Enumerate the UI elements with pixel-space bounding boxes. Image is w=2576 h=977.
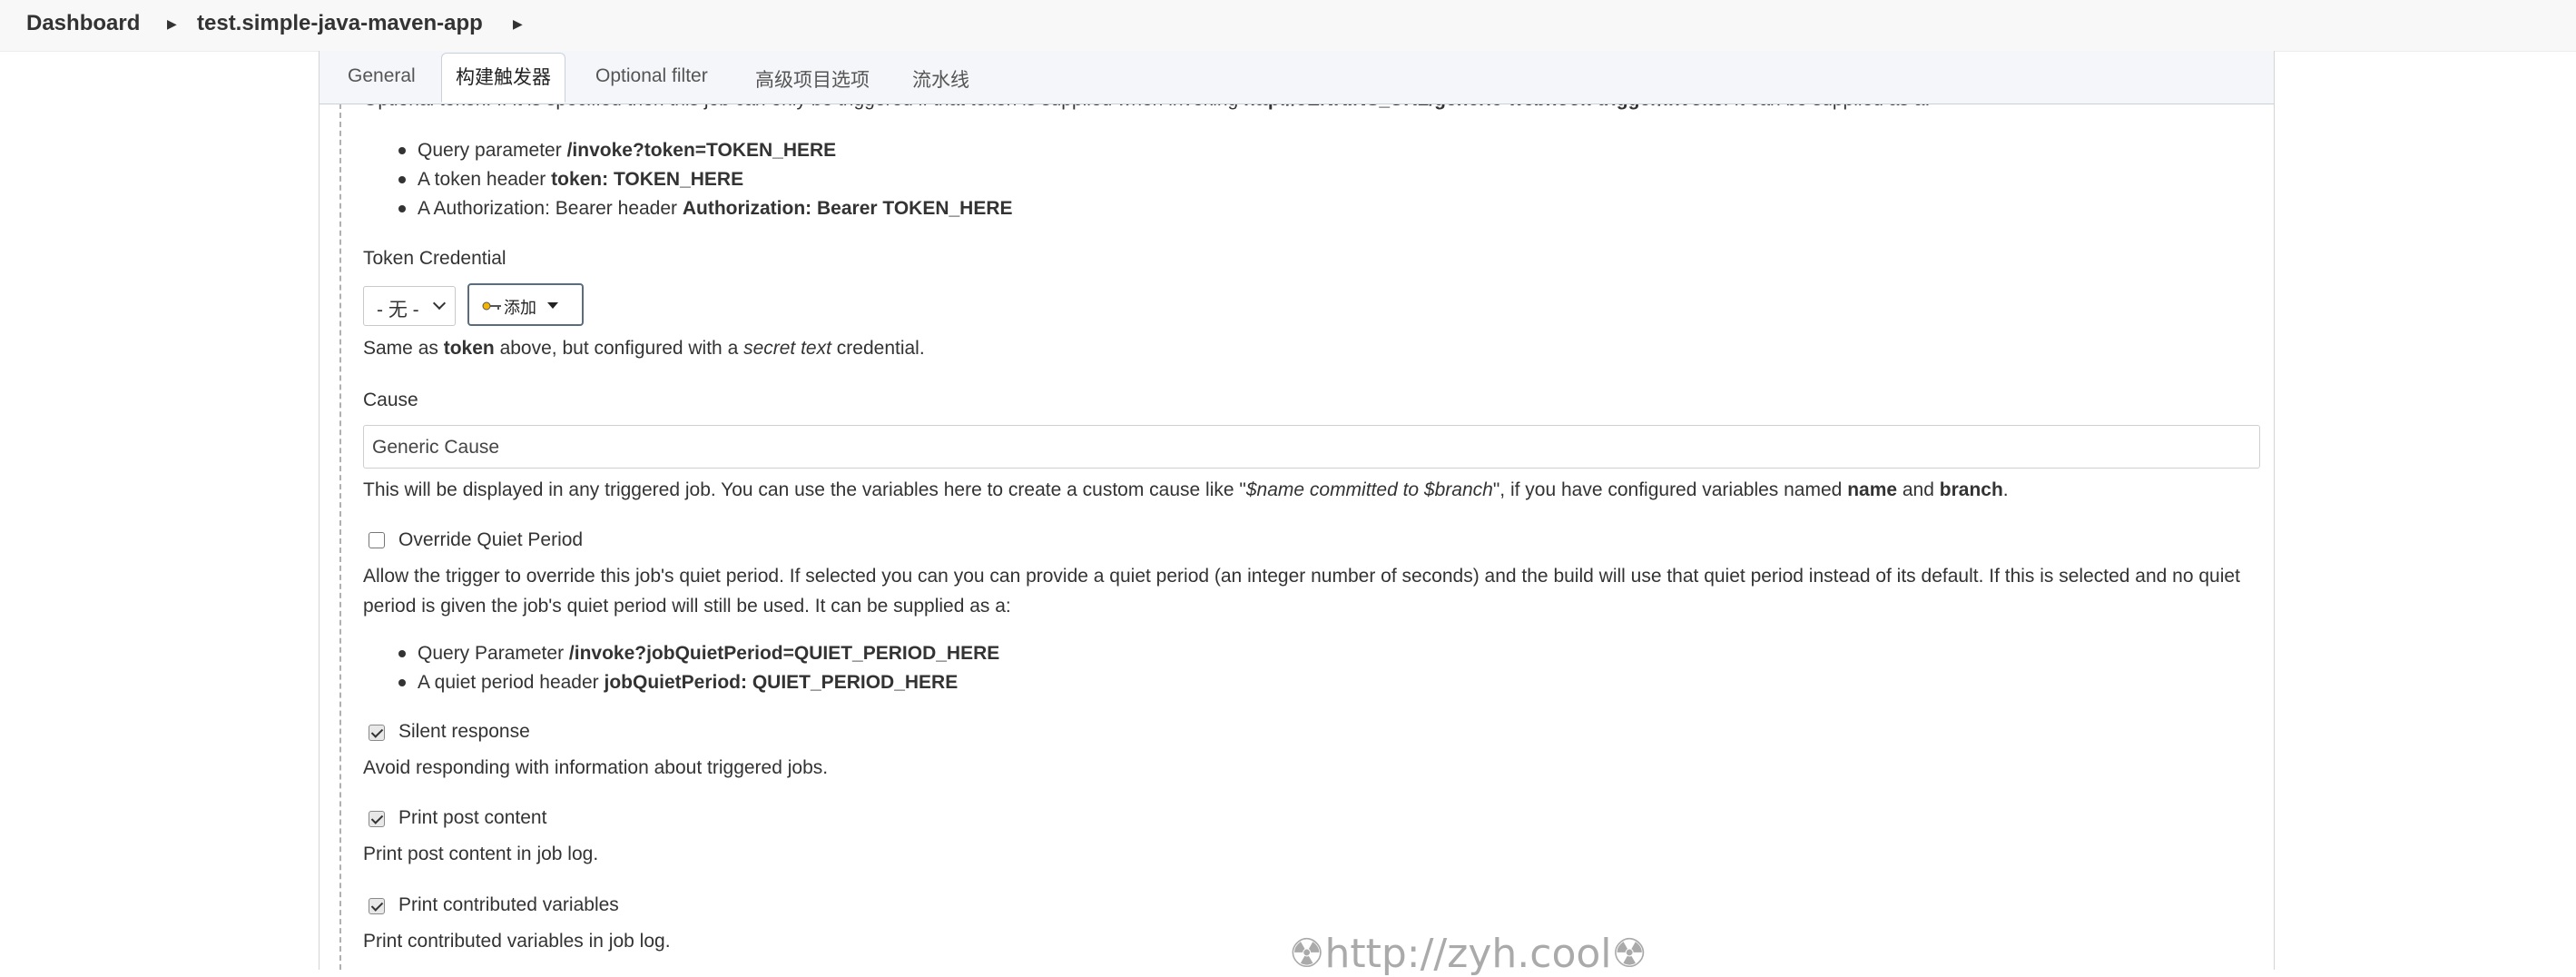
tab-build-triggers[interactable]: 构建触发器 bbox=[441, 53, 565, 103]
config-panel: General 构建触发器 Optional filter 高级项目选项 流水线… bbox=[319, 51, 2275, 970]
list-item: Query parameter /invoke?token=TOKEN_HERE bbox=[363, 136, 1013, 165]
quiet-period-supply-list: Query Parameter /invoke?jobQuietPeriod=Q… bbox=[363, 639, 999, 697]
add-button-label: 添加 bbox=[504, 299, 536, 317]
silent-response-help: Avoid responding with information about … bbox=[363, 757, 829, 778]
watermark: ☢http://zyh.cool☢ bbox=[1289, 931, 1647, 977]
cause-input[interactable]: Generic Cause bbox=[363, 425, 2260, 469]
quiet-period-help-line1: Allow the trigger to override this job's… bbox=[363, 566, 2240, 587]
chevron-right-icon[interactable]: ▶ bbox=[167, 16, 177, 32]
list-item: Query Parameter /invoke?jobQuietPeriod=Q… bbox=[363, 639, 999, 668]
override-quiet-period-checkbox[interactable] bbox=[369, 532, 385, 548]
print-post-content-label[interactable]: Print post content bbox=[398, 807, 546, 829]
config-tabs: General 构建触发器 Optional filter 高级项目选项 流水线 bbox=[320, 51, 2274, 104]
add-credential-button[interactable]: 添加 bbox=[467, 283, 584, 326]
select-value: - 无 - bbox=[377, 300, 419, 321]
silent-response-checkbox[interactable] bbox=[369, 725, 385, 741]
chevron-down-icon bbox=[432, 296, 447, 311]
breadcrumb: Dashboard ▶ test.simple-java-maven-app ▶ bbox=[0, 0, 2576, 52]
print-contributed-variables-help: Print contributed variables in job log. bbox=[363, 931, 671, 952]
tab-pipeline[interactable]: 流水线 bbox=[912, 65, 969, 93]
token-credential-select[interactable]: - 无 - bbox=[363, 286, 456, 326]
breadcrumb-project-link[interactable]: test.simple-java-maven-app bbox=[197, 11, 483, 36]
print-post-content-checkbox[interactable] bbox=[369, 811, 385, 827]
list-item: A token header token: TOKEN_HERE bbox=[363, 165, 1013, 194]
key-icon bbox=[482, 297, 502, 316]
tab-optional-filter[interactable]: Optional filter bbox=[595, 65, 708, 87]
tab-general[interactable]: General bbox=[348, 65, 416, 87]
caret-down-icon bbox=[547, 302, 558, 309]
cause-label: Cause bbox=[363, 390, 418, 410]
section-dashed-border bbox=[339, 104, 341, 970]
token-credential-label: Token Credential bbox=[363, 248, 506, 269]
list-item: A Authorization: Bearer header Authoriza… bbox=[363, 194, 1013, 223]
breadcrumb-dashboard-link[interactable]: Dashboard bbox=[26, 11, 140, 36]
token-credential-help: Same as token above, but configured with… bbox=[363, 338, 925, 359]
chevron-right-icon[interactable]: ▶ bbox=[513, 16, 523, 32]
cause-help: This will be displayed in any triggered … bbox=[363, 479, 2009, 500]
silent-response-label[interactable]: Silent response bbox=[398, 721, 530, 743]
print-contributed-variables-checkbox[interactable] bbox=[369, 898, 385, 914]
quiet-period-help-line2: period is given the job's quiet period w… bbox=[363, 596, 1011, 617]
token-supply-list: Query parameter /invoke?token=TOKEN_HERE… bbox=[363, 136, 1013, 223]
print-contributed-variables-label[interactable]: Print contributed variables bbox=[398, 894, 619, 916]
print-post-content-help: Print post content in job log. bbox=[363, 844, 599, 864]
tab-advanced-project-options[interactable]: 高级项目选项 bbox=[755, 65, 870, 93]
list-item: A quiet period header jobQuietPeriod: QU… bbox=[363, 668, 999, 697]
override-quiet-period-label[interactable]: Override Quiet Period bbox=[398, 529, 583, 551]
